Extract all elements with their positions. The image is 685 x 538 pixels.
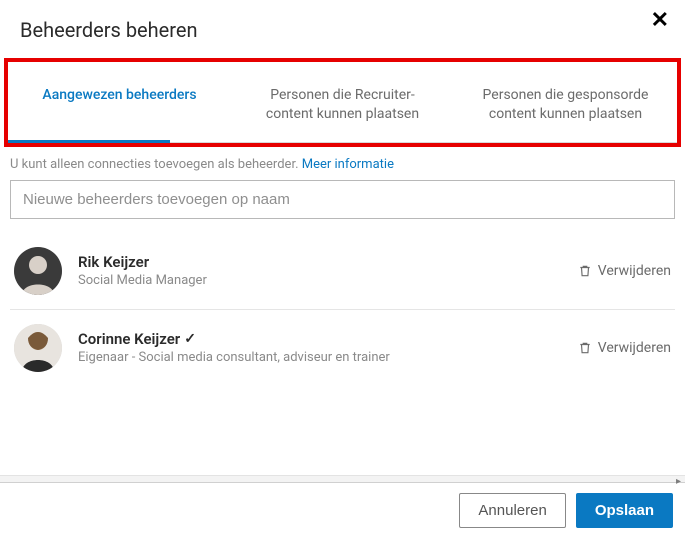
helper-link[interactable]: Meer informatie [302, 157, 394, 172]
avatar [14, 324, 62, 372]
cancel-button[interactable]: Annuleren [459, 493, 565, 528]
search-wrapper [0, 180, 685, 233]
admin-name-text: Rik Keijzer [78, 253, 149, 271]
add-admin-input[interactable] [10, 180, 675, 219]
save-button[interactable]: Opslaan [576, 493, 673, 528]
remove-label: Verwijderen [598, 263, 671, 279]
dialog-title: Beheerders beheren [20, 18, 665, 42]
remove-button[interactable]: Verwijderen [578, 263, 671, 279]
tabs-bar: Aangewezen beheerders Personen die Recru… [8, 62, 677, 143]
remove-label: Verwijderen [598, 340, 671, 356]
tab-label-line1: Personen die gesponsorde [483, 87, 649, 103]
remove-button[interactable]: Verwijderen [578, 340, 671, 356]
admin-title: Eigenaar - Social media consultant, advi… [78, 350, 578, 365]
tab-recruiter-content[interactable]: Personen die Recruiter- content kunnen p… [231, 62, 454, 142]
tab-label-line2: content kunnen plaatsen [241, 105, 444, 124]
helper-text-row: U kunt alleen connecties toevoegen als b… [0, 147, 685, 180]
avatar-placeholder-icon [14, 247, 62, 295]
tab-label-line2: content kunnen plaatsen [464, 105, 667, 124]
close-icon[interactable]: ✕ [651, 10, 669, 32]
helper-text: U kunt alleen connecties toevoegen als b… [10, 157, 302, 172]
admin-name: Corinne Keijzer ✓ [78, 330, 578, 348]
admin-info: Rik Keijzer Social Media Manager [78, 253, 578, 288]
admin-row: Corinne Keijzer ✓ Eigenaar - Social medi… [10, 310, 675, 386]
tab-label-line1: Personen die Recruiter- [270, 87, 415, 103]
avatar-placeholder-icon [14, 324, 62, 372]
admin-title: Social Media Manager [78, 273, 578, 288]
tab-label: Aangewezen beheerders [42, 87, 196, 103]
trash-icon [578, 264, 592, 278]
scroll-right-icon[interactable]: ▸ [676, 476, 681, 487]
dialog-footer: ▸ Annuleren Opslaan [0, 482, 685, 538]
admin-row: Rik Keijzer Social Media Manager Verwijd… [10, 233, 675, 310]
admin-list: Rik Keijzer Social Media Manager Verwijd… [0, 233, 685, 386]
tabs-highlight-box: Aangewezen beheerders Personen die Recru… [4, 58, 681, 147]
admin-name-text: Corinne Keijzer [78, 330, 180, 348]
admin-name: Rik Keijzer [78, 253, 578, 271]
verified-check-icon: ✓ [184, 331, 196, 347]
tab-sponsored-content[interactable]: Personen die gesponsorde content kunnen … [454, 62, 677, 142]
avatar [14, 247, 62, 295]
admin-info: Corinne Keijzer ✓ Eigenaar - Social medi… [78, 330, 578, 365]
trash-icon [578, 341, 592, 355]
dialog-header: Beheerders beheren ✕ [0, 0, 685, 52]
tab-designated-admins[interactable]: Aangewezen beheerders [8, 62, 231, 142]
